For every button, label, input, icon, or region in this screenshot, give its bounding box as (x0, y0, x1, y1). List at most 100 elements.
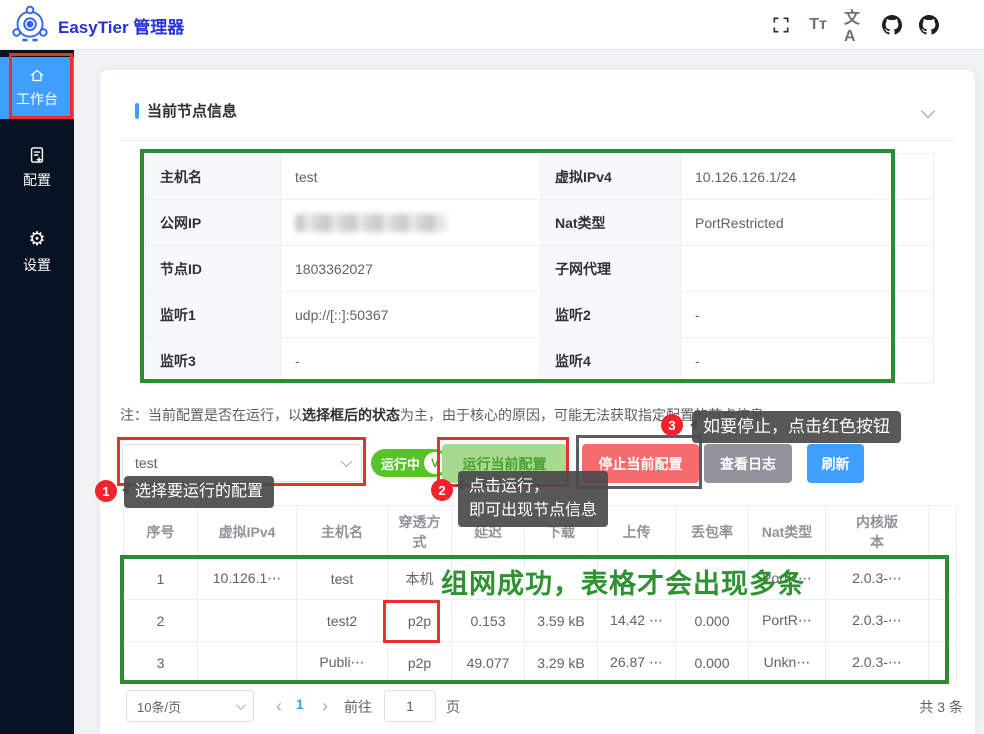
peer-table-cell: 26.87 ⋯ (598, 642, 676, 684)
node-info-label: 虚拟IPv4 (541, 154, 681, 200)
peer-table-cell: Publi⋯ (297, 642, 388, 684)
node-info-row: 节点ID1803362027子网代理 (146, 246, 934, 292)
topbar-icons: Tᴛ 文A (770, 0, 940, 50)
fullscreen-icon[interactable] (770, 14, 792, 36)
peer-table-cell: 10.126.1⋯ (198, 558, 297, 600)
peer-table-cell (452, 558, 525, 600)
peer-table-cell: 2.0.3-⋯ (826, 642, 929, 684)
chevron-down-icon[interactable] (921, 104, 935, 118)
peer-table-cell: 3 (124, 642, 198, 684)
sidebar-item-label: 工作台 (16, 89, 58, 109)
sidebar-item-workbench[interactable]: 工作台 (0, 57, 74, 119)
peer-table-cell: 0.000 (676, 642, 749, 684)
peer-table-header: 丢包率 (676, 506, 749, 558)
goto-label: 前往 (344, 697, 372, 717)
peer-table-row: 2test2p2p0.1533.59 kB14.42 ⋯0.000PortR⋯2… (124, 600, 957, 642)
peer-table-header: 上传 (598, 506, 676, 558)
app-logo-icon (10, 5, 50, 45)
chevron-down-icon (341, 456, 352, 467)
goto-page-input[interactable] (384, 690, 436, 722)
note-bold: 选择框后的状态 (302, 407, 400, 423)
peer-table-cell: PortR⋯ (749, 558, 826, 600)
refresh-button[interactable]: 刷新 (807, 444, 864, 483)
github-icon-2[interactable] (918, 14, 940, 36)
sidebar-item-config[interactable]: 配置 (0, 135, 74, 200)
note-text: 注：当前配置是否在运行，以选择框后的状态为主，由于核心的原因，可能无法获取指定配… (120, 405, 764, 425)
node-info-value: test (281, 154, 541, 200)
stop-config-button[interactable]: 停止当前配置 (582, 444, 699, 483)
node-info-value: PortRestricted (681, 200, 894, 246)
peer-table-header: 穿透方式 (388, 506, 452, 558)
status-badge-label: 运行中 (381, 454, 420, 473)
page-size-value: 10条/页 (137, 697, 181, 716)
node-info-label: 监听3 (146, 338, 281, 384)
sidebar: 工作台 配置 ⚙ 设置 (0, 50, 74, 734)
node-info-label: 节点ID (146, 246, 281, 292)
node-info-extra-cell (894, 200, 934, 246)
peer-table-cell: test2 (297, 600, 388, 642)
peer-table-cell: 3.59 kB (525, 600, 598, 642)
node-info-extra-cell (894, 338, 934, 384)
peer-table-cell: 2.0.3-⋯ (826, 558, 929, 600)
page-unit-label: 页 (446, 697, 460, 717)
node-info-extra-cell (894, 292, 934, 338)
node-info-row: 监听1udp://[::]:50367监听2- (146, 292, 934, 338)
section-title: 当前节点信息 (147, 100, 237, 121)
prev-page-button[interactable]: ‹ (276, 694, 282, 718)
node-info-label: 监听2 (541, 292, 681, 338)
node-info-label: 监听4 (541, 338, 681, 384)
page-size-select[interactable]: 10条/页 (126, 690, 254, 722)
peer-table-extra-cell (929, 600, 957, 642)
node-info-label: 监听1 (146, 292, 281, 338)
peer-table: 序号虚拟IPv4主机名穿透方式延迟下载上传丢包率Nat类型内核版本 110.12… (123, 505, 957, 684)
peer-table-row: 110.126.1⋯test本机PortR⋯2.0.3-⋯ (124, 558, 957, 600)
node-info-row: 监听3-监听4- (146, 338, 934, 384)
app-title: EasyTier 管理器 (58, 13, 184, 38)
node-info-value (681, 246, 894, 292)
node-info-table: 主机名test虚拟IPv410.126.126.1/24公网IPNat类型Por… (145, 153, 934, 384)
run-config-button[interactable]: 运行当前配置 (442, 444, 567, 483)
note-suffix: 为主，由于核心的原因，可能无法获取指定配置的节点信息 (400, 407, 764, 423)
translate-icon[interactable]: 文A (844, 14, 866, 36)
peer-table-header: 下载 (525, 506, 598, 558)
peer-table-header: 延迟 (452, 506, 525, 558)
config-select[interactable]: test (122, 444, 362, 482)
peer-table-header: 虚拟IPv4 (198, 506, 297, 558)
node-info-value: - (681, 338, 894, 384)
view-logs-button[interactable]: 查看日志 (704, 444, 792, 483)
peer-table-header: 主机名 (297, 506, 388, 558)
current-page[interactable]: 1 (296, 696, 304, 712)
chevron-down-icon (236, 700, 246, 710)
section-header: 当前节点信息 (135, 100, 237, 121)
node-info-value: udp://[::]:50367 (281, 292, 541, 338)
node-info-label: 公网IP (146, 200, 281, 246)
sidebar-item-settings[interactable]: ⚙ 设置 (0, 220, 74, 285)
peer-table-cell (676, 558, 749, 600)
note-prefix: 注：当前配置是否在运行，以 (120, 407, 302, 423)
github-icon[interactable] (881, 14, 903, 36)
peer-table-cell (198, 642, 297, 684)
peer-table-cell: p2p (388, 642, 452, 684)
node-info-label: 主机名 (146, 154, 281, 200)
peer-table-cell: 49.077 (452, 642, 525, 684)
peer-table-header: 序号 (124, 506, 198, 558)
font-size-icon[interactable]: Tᴛ (807, 14, 829, 36)
peer-table-header: 内核版本 (826, 506, 929, 558)
status-badge: 运行中 V (371, 449, 449, 477)
total-count: 共 3 条 (919, 697, 963, 717)
peer-table-cell: Unkn⋯ (749, 642, 826, 684)
node-info-label: 子网代理 (541, 246, 681, 292)
peer-table-extra-cell (929, 642, 957, 684)
redacted-value (295, 214, 445, 232)
node-info-value: 10.126.126.1/24 (681, 154, 894, 200)
peer-table-cell: 14.42 ⋯ (598, 600, 676, 642)
peer-table-cell: test (297, 558, 388, 600)
peer-table-cell: 2 (124, 600, 198, 642)
peer-table-cell (598, 558, 676, 600)
node-info-row: 公网IPNat类型PortRestricted (146, 200, 934, 246)
peer-table-cell: PortR⋯ (749, 600, 826, 642)
peer-table-cell: 3.29 kB (525, 642, 598, 684)
next-page-button[interactable]: › (322, 694, 328, 718)
peer-table-cell (525, 558, 598, 600)
config-select-value: test (135, 455, 158, 471)
